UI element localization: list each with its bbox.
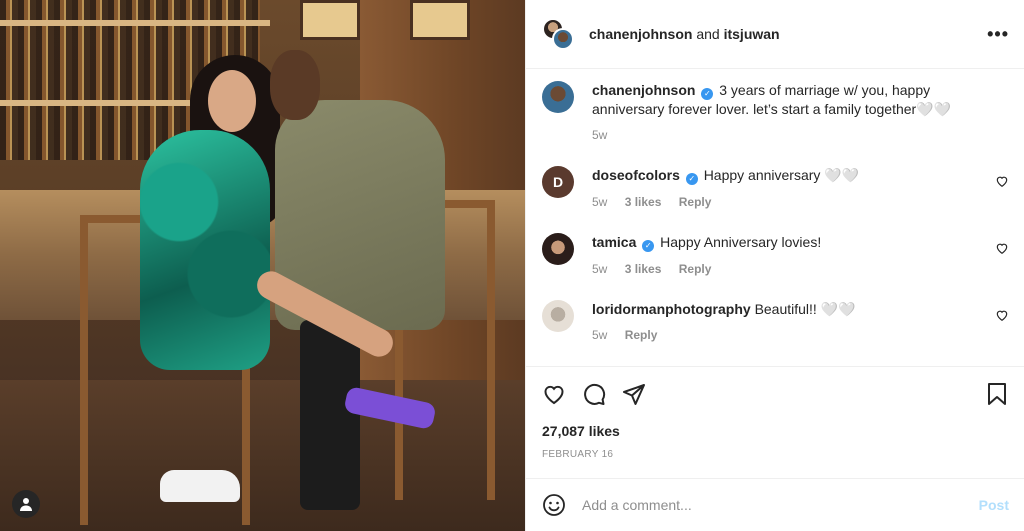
heart-icon[interactable] [995, 174, 1009, 188]
verified-icon: ✓ [642, 240, 655, 252]
avatar-letter: D [552, 174, 564, 190]
white-sneaker [160, 470, 240, 502]
post-date[interactable]: FEBRUARY 16 [542, 449, 1009, 460]
avatar[interactable]: D [542, 166, 574, 198]
lamp [300, 0, 360, 40]
avatar [552, 28, 574, 50]
heart-icon[interactable] [995, 308, 1009, 322]
author-link[interactable]: chanenjohnson [589, 26, 692, 42]
comment-username[interactable]: doseofcolors [592, 167, 680, 183]
comment-text: Happy anniversary 🤍🤍 [703, 167, 860, 183]
comment-icon[interactable] [582, 382, 606, 406]
person-dress [140, 130, 270, 370]
post-header: chanenjohnson and itsjuwan ••• [526, 0, 1024, 69]
person-pants [300, 320, 360, 510]
comment-time[interactable]: 5w [592, 195, 607, 209]
tagged-users-button[interactable] [12, 490, 40, 518]
reply-button[interactable]: Reply [679, 195, 712, 209]
comment-likes[interactable]: 3 likes [625, 262, 662, 276]
comment-username[interactable]: tamica [592, 234, 636, 250]
comment-username[interactable]: loridormanphotography [592, 301, 751, 317]
action-bar: 27,087 likes FEBRUARY 16 [526, 366, 1024, 478]
caption-username[interactable]: chanenjohnson [592, 82, 695, 98]
avatar[interactable] [542, 233, 574, 265]
post-button[interactable]: Post [979, 497, 1009, 513]
avatar[interactable] [542, 300, 574, 332]
lamp [410, 0, 470, 40]
shelf [0, 20, 270, 26]
add-comment-bar: Post [526, 478, 1024, 531]
heart-icon[interactable] [995, 241, 1009, 255]
verified-icon: ✓ [685, 173, 698, 185]
comment-likes[interactable]: 3 likes [625, 195, 662, 209]
author-link[interactable]: itsjuwan [724, 26, 780, 42]
comment-text: Happy Anniversary lovies! [660, 234, 822, 250]
heart-icon[interactable] [542, 382, 566, 406]
author-names: chanenjohnson and itsjuwan [589, 26, 780, 42]
comment-text: Beautiful!! 🤍🤍 [754, 301, 856, 317]
comments-list[interactable]: chanenjohnson ✓ 3 years of marriage w/ y… [526, 70, 1024, 366]
emoji-icon[interactable] [542, 493, 566, 517]
comment-time[interactable]: 5w [592, 328, 607, 342]
post-photo[interactable] [0, 0, 525, 531]
comment-item: loridormanphotography Beautiful!! 🤍🤍 5w … [542, 300, 1009, 344]
and-text: and [696, 26, 720, 42]
user-icon [20, 498, 32, 511]
likes-count[interactable]: 27,087 likes [542, 423, 1009, 439]
bookmark-icon[interactable] [985, 382, 1009, 406]
share-icon[interactable] [622, 382, 646, 406]
person-face [208, 70, 256, 132]
reply-button[interactable]: Reply [625, 328, 658, 342]
post-panel: chanenjohnson and itsjuwan ••• chanenjoh… [525, 0, 1024, 531]
collab-avatars[interactable] [542, 18, 574, 50]
caption-time[interactable]: 5w [592, 128, 607, 142]
comment-item: tamica ✓ Happy Anniversary lovies! 5w 3 … [542, 233, 1009, 278]
reply-button[interactable]: Reply [679, 262, 712, 276]
more-icon[interactable]: ••• [987, 24, 1009, 45]
comment-time[interactable]: 5w [592, 262, 607, 276]
caption: chanenjohnson ✓ 3 years of marriage w/ y… [542, 81, 1009, 144]
avatar[interactable] [542, 81, 574, 113]
verified-icon: ✓ [701, 88, 714, 100]
person-face [270, 50, 320, 120]
comment-item: D doseofcolors ✓ Happy anniversary 🤍🤍 5w… [542, 166, 1009, 211]
comment-input[interactable] [582, 497, 979, 513]
